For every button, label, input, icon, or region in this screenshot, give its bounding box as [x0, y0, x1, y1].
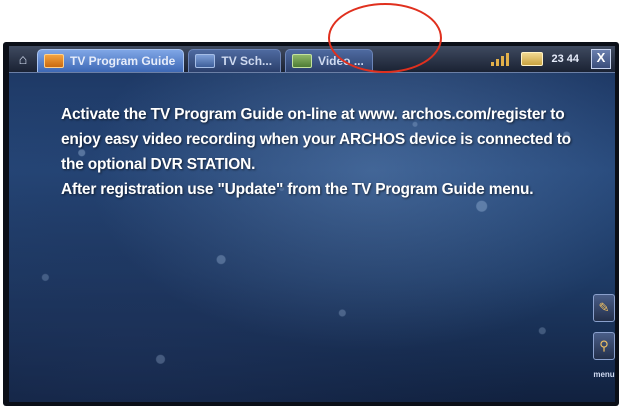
- signal-icon: [491, 52, 513, 66]
- tab-label: TV Sch...: [221, 54, 273, 68]
- top-tab-bar: ⌂ TV Program Guide TV Sch... Video ... 2…: [9, 46, 615, 73]
- battery-icon: [521, 52, 544, 66]
- home-icon[interactable]: ⌂: [9, 46, 37, 72]
- zoom-icon[interactable]: ⚲: [593, 332, 615, 360]
- tab-label: TV Program Guide: [70, 54, 176, 68]
- status-area: 23 44 X: [491, 46, 615, 72]
- clock-time: 23 44: [551, 53, 579, 65]
- close-button[interactable]: X: [591, 49, 611, 69]
- tab-label: Video ...: [318, 54, 364, 68]
- tv-schedule-icon: [195, 54, 216, 68]
- water-drop-background: [9, 46, 615, 402]
- guide-help-icon[interactable]: ✎: [593, 294, 615, 322]
- tab-tv-schedule[interactable]: TV Sch...: [188, 49, 282, 72]
- info-message: Activate the TV Program Guide on-line at…: [61, 102, 571, 202]
- tab-video[interactable]: Video ...: [285, 49, 373, 72]
- message-paragraph: Activate the TV Program Guide on-line at…: [61, 106, 571, 173]
- tv-guide-icon: [44, 54, 64, 68]
- video-icon: [292, 54, 313, 68]
- side-toolbar: ✎ ⚲ menu: [593, 294, 615, 402]
- device-screen: ⌂ TV Program Guide TV Sch... Video ... 2…: [9, 46, 615, 402]
- device-frame: ⌂ TV Program Guide TV Sch... Video ... 2…: [3, 42, 619, 406]
- tab-tv-program-guide[interactable]: TV Program Guide: [37, 49, 185, 72]
- message-paragraph: After registration use "Update" from the…: [61, 181, 534, 198]
- menu-label[interactable]: menu: [593, 370, 614, 379]
